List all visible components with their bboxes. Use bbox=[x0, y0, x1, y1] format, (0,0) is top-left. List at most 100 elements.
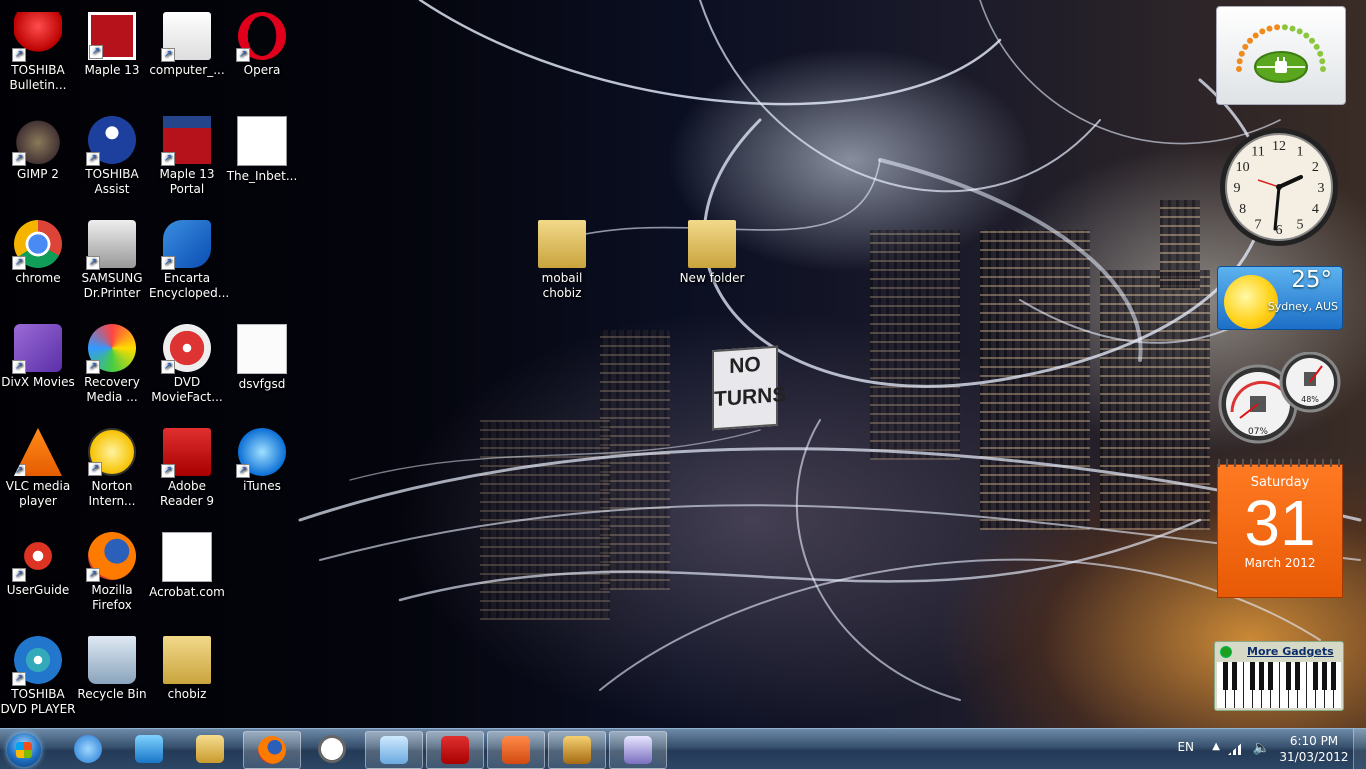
power-level-dot bbox=[1281, 24, 1288, 31]
desktop-icon[interactable]: ↗ VLC media player bbox=[0, 422, 76, 509]
taskbar-button-firefox[interactable] bbox=[243, 731, 301, 769]
desktop-icon[interactable]: ↗ Adobe Reader 9 bbox=[149, 422, 225, 509]
taskbar-button-game[interactable] bbox=[548, 731, 606, 769]
folders-icon bbox=[196, 735, 224, 763]
no-turns-sign: NO TURNS bbox=[712, 345, 786, 431]
power-level-dot bbox=[1317, 50, 1324, 57]
calendar-gadget[interactable]: Saturday 31 March 2012 bbox=[1217, 459, 1343, 598]
leaf-plug-icon bbox=[1236, 24, 1326, 83]
clock-gadget[interactable]: 12 1 2 3 4 5 6 7 8 9 10 11 bbox=[1218, 126, 1340, 248]
text-file-icon bbox=[237, 324, 287, 374]
taskbar-button-clock[interactable] bbox=[304, 731, 360, 767]
desktop-icon[interactable]: ↗ Encarta Encycloped... bbox=[149, 214, 229, 301]
desktop-icon[interactable]: ↗ Mozilla Firefox bbox=[74, 526, 150, 613]
desktop-icon[interactable]: ↗ DivX Movies bbox=[0, 318, 76, 390]
network-icon[interactable] bbox=[1228, 741, 1244, 755]
piano-black-key bbox=[1259, 662, 1264, 690]
power-level-dot bbox=[1266, 25, 1273, 32]
power-level-dot bbox=[1320, 66, 1326, 72]
desktop-icon[interactable]: ↗ computer_... bbox=[149, 6, 225, 78]
analog-clock-icon: 12 1234567891011 bbox=[1220, 128, 1338, 246]
desktop-icon[interactable]: ↗ iTunes bbox=[224, 422, 300, 494]
power-level-dot bbox=[1236, 58, 1243, 65]
weather-city: Sydney, AUS bbox=[1267, 300, 1338, 313]
desktop-icon[interactable]: ↗ TOSHIBA Assist bbox=[74, 110, 150, 197]
taskbar-button-app1[interactable] bbox=[365, 731, 423, 769]
desktop-icon[interactable]: ↗ DVD MovieFact... bbox=[149, 318, 225, 405]
start-button[interactable] bbox=[4, 731, 44, 769]
shortcut-arrow-icon: ↗ bbox=[86, 568, 100, 582]
desktop-icon[interactable]: ↗ Recovery Media ... bbox=[74, 318, 150, 405]
shortcut-arrow-icon: ↗ bbox=[12, 256, 26, 270]
desktop-icon[interactable]: mobail chobiz bbox=[524, 214, 600, 301]
firefox-icon bbox=[258, 736, 286, 764]
desktop-icon[interactable]: ↗ GIMP 2 bbox=[0, 110, 76, 182]
taskbar-button-adobe[interactable] bbox=[426, 731, 484, 769]
recovery-disc-icon: ↗ bbox=[86, 324, 136, 374]
tray-date[interactable]: 31/03/2012 bbox=[1278, 750, 1350, 764]
show-hidden-icons-icon[interactable]: ▲ bbox=[1212, 741, 1220, 752]
power-level-dot bbox=[1274, 24, 1281, 31]
desktop-icon[interactable]: New folder bbox=[674, 214, 750, 286]
cpu-meter-icon: 07% 48% bbox=[1218, 351, 1341, 444]
power-gadget[interactable] bbox=[1216, 6, 1346, 105]
desktop-icon[interactable]: The_Inbet... bbox=[224, 110, 300, 184]
tray-time[interactable]: 6:10 PM bbox=[1278, 734, 1350, 748]
shortcut-arrow-icon: ↗ bbox=[161, 360, 175, 374]
clock-number: 8 bbox=[1239, 202, 1246, 217]
norton-globe-icon: ↗ bbox=[88, 428, 136, 476]
show-desktop-button[interactable] bbox=[1353, 729, 1366, 769]
taskbar-button-powerpoint[interactable] bbox=[487, 731, 545, 769]
itunes-icon: ↗ bbox=[236, 428, 286, 478]
desktop-icon-label: New folder bbox=[679, 271, 745, 285]
folder-icon bbox=[688, 220, 736, 268]
taskbar-button-explorer[interactable] bbox=[182, 731, 238, 767]
more-gadgets-link[interactable]: More Gadgets bbox=[1247, 645, 1334, 658]
media-player-icon bbox=[135, 735, 163, 763]
desktop-icon-label: SAMSUNG Dr.Printer bbox=[81, 271, 143, 300]
desktop-icon[interactable]: dsvfgsd bbox=[224, 318, 300, 392]
chrome-icon: ↗ bbox=[12, 220, 62, 270]
desktop-icon[interactable]: chobiz bbox=[149, 630, 225, 702]
shortcut-arrow-icon: ↗ bbox=[12, 360, 26, 374]
piano-black-key bbox=[1322, 662, 1327, 690]
desktop-icon[interactable]: ↗ Norton Intern... bbox=[74, 422, 150, 509]
taskbar-button-ie[interactable] bbox=[60, 731, 116, 767]
desktop-icon[interactable]: ↗ chrome bbox=[0, 214, 76, 286]
maple-icon: ↗ bbox=[88, 12, 136, 60]
desktop-icon[interactable]: ↗ Maple 13 bbox=[74, 6, 150, 78]
desktop-icon[interactable]: ↗ Opera bbox=[224, 6, 300, 78]
language-indicator[interactable]: EN bbox=[1177, 740, 1194, 754]
desktop-icon[interactable]: ↗ Maple 13 Portal bbox=[149, 110, 225, 197]
cpu-meter-gadget[interactable]: 07% 48% bbox=[1218, 351, 1342, 444]
adobe-reader-icon: ↗ bbox=[161, 428, 211, 478]
desktop-icon[interactable]: Acrobat.com bbox=[149, 526, 225, 600]
printer-icon: ↗ bbox=[86, 220, 136, 270]
calendar-month: March 2012 bbox=[1244, 556, 1316, 570]
desktop-icon[interactable]: ↗ UserGuide bbox=[0, 526, 76, 598]
desktop-icon-label: Recycle Bin bbox=[77, 687, 147, 701]
clock-icon bbox=[318, 735, 346, 763]
volume-icon[interactable]: 🔈 bbox=[1253, 740, 1270, 756]
desktop-icon[interactable]: ↗ TOSHIBA Bulletin... bbox=[0, 6, 76, 93]
power-level-dot bbox=[1303, 32, 1310, 39]
desktop-icon[interactable]: Recycle Bin bbox=[74, 630, 150, 702]
power-level-dot bbox=[1236, 66, 1242, 72]
clock-number: 9 bbox=[1234, 181, 1241, 196]
desktop-icon[interactable]: ↗ TOSHIBA DVD PLAYER bbox=[0, 630, 76, 717]
desktop-icon-label: Maple 13 Portal bbox=[159, 167, 215, 196]
piano-black-key bbox=[1232, 662, 1237, 690]
piano-keys-icon bbox=[1217, 662, 1341, 708]
power-level-dot bbox=[1242, 43, 1249, 50]
acrobat-icon bbox=[162, 532, 212, 582]
weather-gadget[interactable]: 25° Sydney, AUS bbox=[1217, 266, 1343, 330]
weather-temperature: 25° bbox=[1291, 267, 1332, 293]
taskbar-button-media[interactable] bbox=[121, 731, 177, 767]
piano-black-key bbox=[1268, 662, 1273, 690]
taskbar-button-app2[interactable] bbox=[609, 731, 667, 769]
maple-portal-icon: ↗ bbox=[161, 116, 211, 166]
desktop-icon[interactable]: ↗ SAMSUNG Dr.Printer bbox=[74, 214, 150, 301]
desktop-icon-label: mobail chobiz bbox=[541, 271, 583, 300]
clock-number: 1 bbox=[1297, 145, 1304, 160]
desktop-icon-label: Maple 13 bbox=[84, 63, 140, 77]
